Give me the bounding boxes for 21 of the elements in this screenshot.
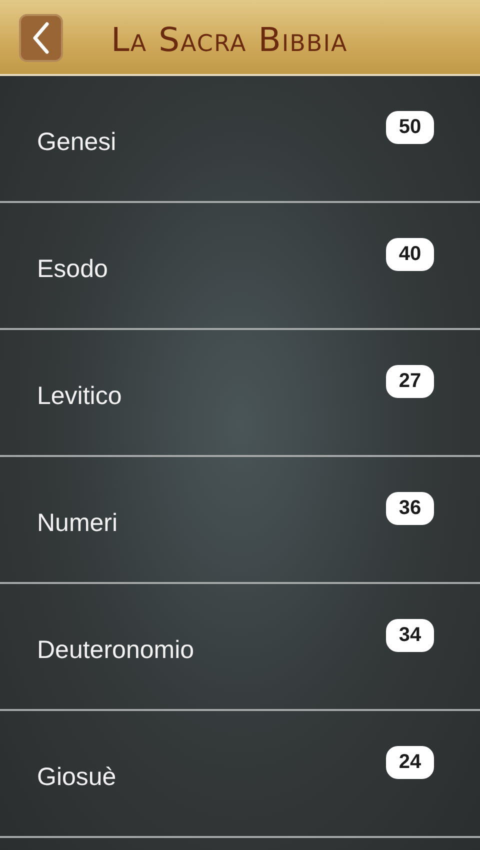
book-row[interactable]: Genesi 50 — [0, 76, 480, 203]
book-name: Levitico — [37, 382, 122, 411]
book-row[interactable]: Levitico 27 — [0, 330, 480, 457]
app-title: La Sacra Bibbia — [111, 20, 348, 58]
book-name: Giosuè — [37, 763, 116, 792]
back-chevron-icon — [32, 22, 50, 54]
book-row[interactable]: Deuteronomio 34 — [0, 584, 480, 711]
book-row[interactable]: Giosuè 24 — [0, 711, 480, 838]
book-name: Genesi — [37, 128, 116, 157]
book-name: Deuteronomio — [37, 636, 194, 665]
chapter-count: 40 — [386, 238, 434, 271]
book-row[interactable]: Numeri 36 — [0, 457, 480, 584]
chapter-count: 50 — [386, 111, 434, 144]
back-button[interactable] — [19, 14, 63, 62]
book-row[interactable]: Esodo 40 — [0, 203, 480, 330]
chapter-count: 34 — [386, 619, 434, 652]
chapter-count: 36 — [386, 492, 434, 525]
book-name: Numeri — [37, 509, 118, 538]
chapter-count: 24 — [386, 746, 434, 779]
chapter-count: 27 — [386, 365, 434, 398]
book-name: Esodo — [37, 255, 108, 284]
